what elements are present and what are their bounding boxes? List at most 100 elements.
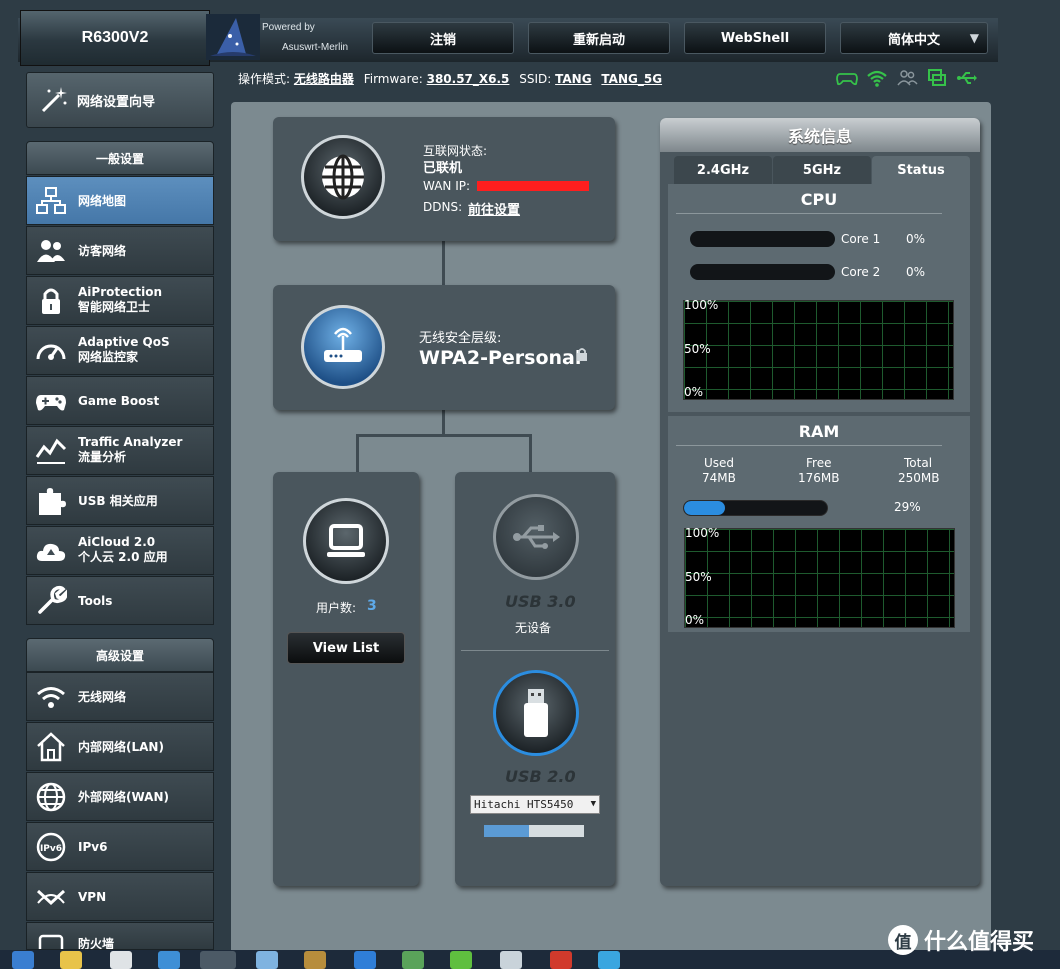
nav-label: Game Boost [78,394,160,408]
reboot-button[interactable]: 重新启动 [528,22,670,54]
ddns-label: DDNS: [423,200,463,214]
wizard-label: 网络设置向导 [77,94,156,110]
nav-label: 外部网络(WAN) [78,790,169,804]
nav-vpn[interactable]: VPN [26,872,214,921]
cpu-title: CPU [800,190,838,209]
system-info-title: 系统信息 [660,118,980,152]
usb2-button[interactable] [493,670,579,756]
nav-tools[interactable]: Tools [26,576,214,625]
monitor-icon[interactable] [926,68,948,88]
firewall-icon [38,934,64,949]
cpu-axis-100: 100% [684,298,719,312]
wechat-icon[interactable] [450,951,472,969]
nav-label: VPN [78,890,107,904]
language-select[interactable]: 简体中文 ▼ [840,22,988,54]
usb3-label: USB 3.0 [505,592,576,611]
nav-aiprotection[interactable]: AiProtection 智能网络卫士 [26,276,214,325]
usb-icon [513,525,560,549]
wifi-icon[interactable] [866,68,888,88]
globe-icon [322,154,364,200]
connector-line [356,434,359,472]
app-icon[interactable] [550,951,572,969]
tab-2-4ghz[interactable]: 2.4GHz [674,156,772,184]
tab-status[interactable]: Status [872,156,970,184]
ram-percent: 29% [894,500,921,514]
firmware-link[interactable]: 380.57_X6.5 [427,72,510,86]
app-icon[interactable] [256,951,278,969]
view-list-button[interactable]: View List [287,632,405,664]
powered-by-text: Powered by [262,22,315,33]
ram-title: RAM [798,422,840,441]
ie-icon[interactable] [354,951,376,969]
usb3-button[interactable] [493,494,579,580]
logout-button[interactable]: 注销 [372,22,514,54]
usb-card: USB 3.0 无设备 USB 2.0 Hitachi HTS5450 ▼ [455,472,615,886]
nav-label: AiCloud 2.0 个人云 2.0 应用 [78,535,168,564]
nav-network-map[interactable]: 网络地图 [26,176,214,225]
firmware-brand: Asuswrt-Merlin [282,42,349,53]
tab-5ghz[interactable]: 5GHz [773,156,871,184]
clients-button[interactable] [303,498,389,584]
ipv6-icon: IPv6 [36,832,66,862]
mail-icon[interactable] [158,951,180,969]
internet-status-value: 已联机 [423,161,463,176]
traffic-chart-icon [35,438,67,464]
system-info-panel: 系统信息 2.4GHz 5GHz Status CPU Core 1 0% Co… [660,118,980,886]
ddns-setup-link[interactable]: 前往设置 [468,199,520,218]
security-value: WPA2-Personal [419,347,582,369]
ssid-label: SSID: [519,72,552,86]
nav-wireless[interactable]: 无线网络 [26,672,214,721]
ram-graph [684,528,955,628]
nav-game-boost[interactable]: Game Boost [26,376,214,425]
cat-icon[interactable] [110,951,132,969]
mode-link[interactable]: 无线路由器 [294,72,354,86]
ram-usage-fill [684,501,726,515]
nav-firewall[interactable]: 防火墙 [26,922,214,950]
svg-text:IPv6: IPv6 [40,844,62,854]
nav-guest-network[interactable]: 访客网络 [26,226,214,275]
webshell-button[interactable]: WebShell [684,22,826,54]
network-map-icon [36,187,66,214]
app-icon[interactable] [500,951,522,969]
nav-traffic-analyzer[interactable]: Traffic Analyzer 流量分析 [26,426,214,475]
gamepad-icon [36,395,66,411]
folder-icon[interactable] [60,951,82,969]
nav-adaptive-qos[interactable]: Adaptive QoS 网络监控家 [26,326,214,375]
usb2-device-select[interactable]: Hitachi HTS5450 ▼ [470,795,600,814]
nav-label: AiProtection 智能网络卫士 [78,285,162,314]
nav-aicloud[interactable]: AiCloud 2.0 个人云 2.0 应用 [26,526,214,575]
app-icon[interactable] [402,951,424,969]
cpu-graph [683,300,954,400]
nav-ipv6[interactable]: IPv6 IPv6 [26,822,214,871]
cpu-divider [676,213,942,214]
puzzle-icon [39,488,66,515]
router-card[interactable]: 无线安全层级: WPA2-Personal [273,285,615,410]
internet-status-card[interactable]: 互联网状态: 已联机 WAN IP: DDNS: 前往设置 [273,117,615,241]
lock-icon [42,288,60,314]
nav-label: Traffic Analyzer 流量分析 [78,435,183,464]
ram-usage-bar [683,500,828,516]
status-icons [836,68,978,88]
nav-usb-apps[interactable]: USB 相关应用 [26,476,214,525]
globe-button[interactable] [301,135,385,219]
network-wizard-button[interactable]: 网络设置向导 [26,72,214,128]
nav-wan[interactable]: 外部网络(WAN) [26,772,214,821]
chrome-icon[interactable] [200,951,236,969]
app-icon[interactable] [304,951,326,969]
users-icon[interactable] [896,68,918,88]
wan-ip-label: WAN IP: [423,179,471,193]
nav-lan[interactable]: 内部网络(LAN) [26,722,214,771]
lock-icon [577,348,587,361]
ssid-link-2[interactable]: TANG_5G [601,72,662,86]
usb2-device-name: Hitachi HTS5450 [474,798,574,811]
usb-drive-icon [524,689,548,737]
qq-icon[interactable] [598,951,620,969]
ssid-link-1[interactable]: TANG [555,72,591,86]
start-icon[interactable] [12,951,34,969]
gamepad-icon[interactable] [836,68,858,88]
general-settings-header: 一般设置 [26,141,214,175]
ram-used-label: Used [704,456,735,470]
usb-status-icon[interactable] [956,68,978,88]
router-button[interactable] [301,305,385,389]
ram-total-value: 250MB [898,471,940,485]
